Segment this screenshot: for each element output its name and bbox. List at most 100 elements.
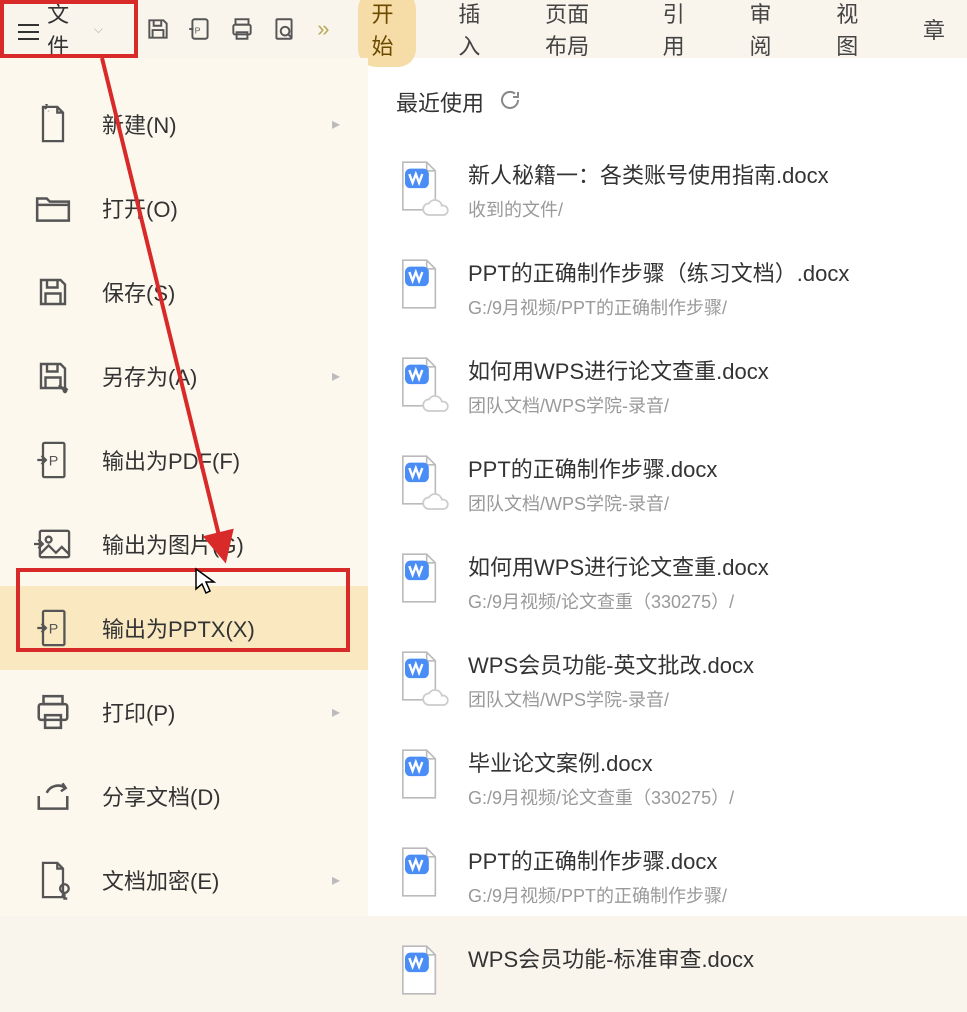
tab-chapter[interactable]: 章 (909, 7, 959, 51)
file-path: G:/9月视频/论文查重（330275）/ (468, 784, 967, 810)
file-path: G:/9月视频/PPT的正确制作步骤/ (468, 882, 967, 908)
tab-insert[interactable]: 插入 (444, 0, 503, 67)
menu-export-pptx[interactable]: P 输出为PPTX(X) (0, 586, 368, 670)
file-path: 团队文档/WPS学院-录音/ (468, 392, 967, 418)
tab-reference[interactable]: 引用 (649, 0, 708, 67)
docx-file-icon (396, 258, 440, 310)
recent-file-item[interactable]: 如何用WPS进行论文查重.docx 团队文档/WPS学院-录音/ (396, 336, 967, 434)
docx-file-icon (396, 748, 440, 800)
tab-review[interactable]: 审阅 (735, 0, 794, 67)
file-name: 新人秘籍一：各类账号使用指南.docx (468, 158, 967, 190)
file-name: WPS会员功能-标准审查.docx (468, 942, 967, 974)
file-name: 毕业论文案例.docx (468, 746, 967, 778)
menu-label: 输出为PPTX(X) (102, 612, 368, 644)
recent-file-item[interactable]: 如何用WPS进行论文查重.docxG:/9月视频/论文查重（330275）/ (396, 532, 967, 630)
menu-save[interactable]: 保存(S) (0, 250, 368, 334)
menu-label: 打开(O) (102, 192, 368, 224)
tab-page-layout[interactable]: 页面布局 (531, 0, 621, 67)
refresh-icon[interactable] (498, 88, 522, 117)
toolbar-more-button[interactable]: » (317, 16, 329, 42)
file-name: PPT的正确制作步骤.docx (468, 452, 967, 484)
file-path: 团队文档/WPS学院-录音/ (468, 686, 967, 712)
submenu-arrow-icon: ▸ (332, 366, 340, 386)
menu-label: 输出为PDF(F) (102, 444, 368, 476)
recent-file-item[interactable]: WPS会员功能-标准审查.docx (396, 924, 967, 1012)
menu-label: 输出为图片(G) (102, 528, 368, 560)
top-toolbar: 文件 ⌵ P » 开始 插入 页面布局 引用 审阅 视图 章 (0, 0, 967, 58)
open-folder-icon (32, 187, 74, 229)
file-name: WPS会员功能-英文批改.docx (468, 648, 967, 680)
recent-file-item[interactable]: PPT的正确制作步骤.docx 团队文档/WPS学院-录音/ (396, 434, 967, 532)
docx-file-icon (396, 552, 440, 604)
menu-label: 分享文档(D) (102, 780, 368, 812)
menu-label: 另存为(A) (102, 360, 332, 392)
tab-start[interactable]: 开始 (358, 0, 417, 67)
recent-file-item[interactable]: PPT的正确制作步骤（练习文档）.docx G:/9月视频/PPT的正确制作步骤/ (396, 238, 967, 336)
docx-file-icon (396, 160, 440, 212)
file-info: WPS会员功能-英文批改.docx 团队文档/WPS学院-录音/ (468, 646, 967, 712)
file-info: WPS会员功能-标准审查.docx (468, 940, 967, 980)
file-info: PPT的正确制作步骤.docx 团队文档/WPS学院-录音/ (468, 450, 967, 516)
recent-file-item[interactable]: PPT的正确制作步骤.docx G:/9月视频/PPT的正确制作步骤/ (396, 826, 967, 924)
export-image-icon (32, 523, 74, 565)
recent-files-panel: 最近使用 新人秘籍一：各类账号使用指南.docx 收到的文件/PPT的正确制作步骤… (368, 58, 967, 916)
svg-text:P: P (49, 622, 59, 638)
menu-label: 新建(N) (102, 108, 332, 140)
svg-text:P: P (49, 454, 59, 470)
file-info: PPT的正确制作步骤.docx G:/9月视频/PPT的正确制作步骤/ (468, 842, 967, 908)
svg-text:P: P (195, 25, 201, 35)
docx-file-icon (396, 356, 440, 408)
file-name: PPT的正确制作步骤.docx (468, 844, 967, 876)
file-name: 如何用WPS进行论文查重.docx (468, 354, 967, 386)
file-label: 文件 (47, 0, 83, 61)
menu-share[interactable]: 分享文档(D) (0, 754, 368, 838)
file-path: G:/9月视频/PPT的正确制作步骤/ (468, 294, 967, 320)
submenu-arrow-icon: ▸ (332, 870, 340, 890)
file-info: 新人秘籍一：各类账号使用指南.docx 收到的文件/ (468, 156, 967, 222)
print-icon[interactable] (229, 15, 255, 43)
file-name: PPT的正确制作步骤（练习文档）.docx (468, 256, 967, 288)
recent-label: 最近使用 (396, 86, 484, 118)
file-path: 团队文档/WPS学院-录音/ (468, 490, 967, 516)
main-area: 新建(N) ▸ 打开(O) 保存(S) 另存为(A) ▸ P (0, 58, 967, 916)
file-menu-sidebar: 新建(N) ▸ 打开(O) 保存(S) 另存为(A) ▸ P (0, 58, 368, 916)
export-pdf-icon[interactable]: P (187, 15, 213, 43)
print-preview-icon[interactable] (271, 15, 297, 43)
export-pptx-icon: P (32, 607, 74, 649)
menu-encrypt[interactable]: 文档加密(E) ▸ (0, 838, 368, 922)
recent-file-item[interactable]: 毕业论文案例.docx G:/9月视频/论文查重（330275）/ (396, 728, 967, 826)
menu-open[interactable]: 打开(O) (0, 166, 368, 250)
submenu-arrow-icon: ▸ (332, 114, 340, 134)
menu-new[interactable]: 新建(N) ▸ (0, 82, 368, 166)
save-as-icon (32, 355, 74, 397)
ribbon-tabs: 开始 插入 页面布局 引用 审阅 视图 章 (358, 0, 959, 67)
menu-export-pdf[interactable]: P 输出为PDF(F) (0, 418, 368, 502)
docx-file-icon (396, 650, 440, 702)
menu-label: 文档加密(E) (102, 864, 332, 896)
menu-label: 打印(P) (102, 696, 332, 728)
file-info: 如何用WPS进行论文查重.docxG:/9月视频/论文查重（330275）/ (468, 548, 967, 614)
recent-file-item[interactable]: 新人秘籍一：各类账号使用指南.docx 收到的文件/ (396, 140, 967, 238)
menu-label: 保存(S) (102, 276, 368, 308)
save-icon[interactable] (145, 15, 171, 43)
file-path: 收到的文件/ (468, 196, 967, 222)
print-icon (32, 691, 74, 733)
new-file-icon (32, 103, 74, 145)
recent-header: 最近使用 (396, 86, 967, 118)
file-menu-button[interactable]: 文件 ⌵ (8, 0, 113, 67)
docx-file-icon (396, 846, 440, 898)
docx-file-icon (396, 454, 440, 506)
save-icon (32, 271, 74, 313)
share-icon (32, 775, 74, 817)
menu-export-image[interactable]: 输出为图片(G) (0, 502, 368, 586)
menu-print[interactable]: 打印(P) ▸ (0, 670, 368, 754)
file-info: 如何用WPS进行论文查重.docx 团队文档/WPS学院-录音/ (468, 352, 967, 418)
file-name: 如何用WPS进行论文查重.docx (468, 550, 967, 582)
tab-view[interactable]: 视图 (822, 0, 881, 67)
chevron-down-icon: ⌵ (94, 22, 103, 37)
menu-save-as[interactable]: 另存为(A) ▸ (0, 334, 368, 418)
file-info: 毕业论文案例.docx G:/9月视频/论文查重（330275）/ (468, 744, 967, 810)
hamburger-icon (18, 19, 39, 39)
recent-file-item[interactable]: WPS会员功能-英文批改.docx 团队文档/WPS学院-录音/ (396, 630, 967, 728)
submenu-arrow-icon: ▸ (332, 702, 340, 722)
